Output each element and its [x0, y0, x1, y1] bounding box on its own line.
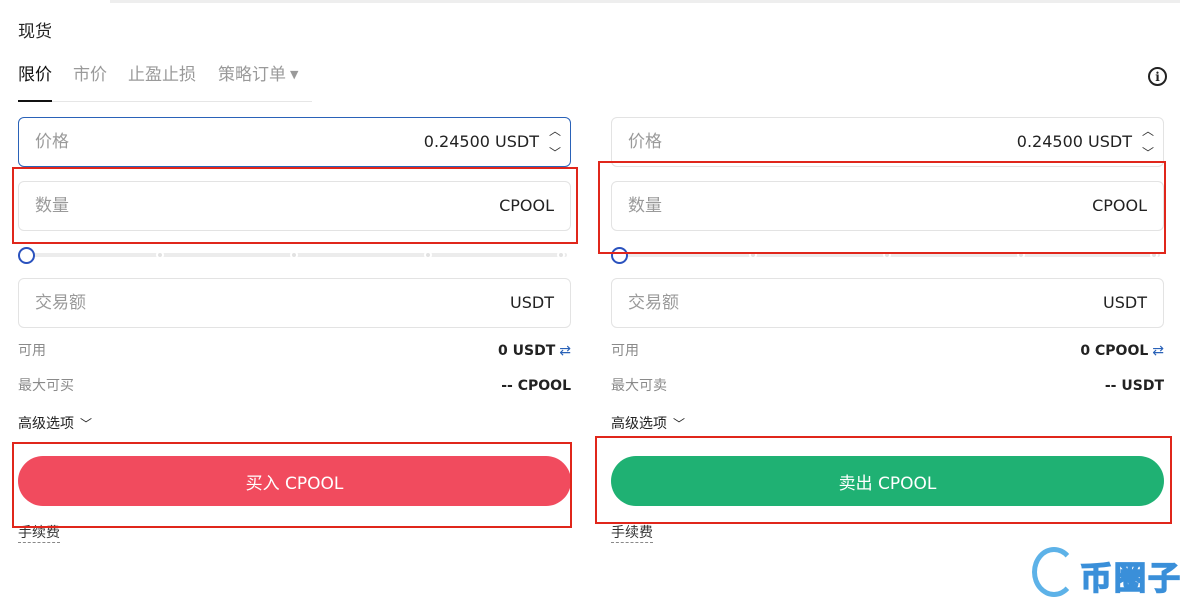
watermark-c-icon	[1032, 547, 1076, 597]
amount-label: 数量	[35, 196, 69, 216]
total-label: 交易额	[628, 293, 679, 313]
price-stepper: ︿ ﹀	[1139, 121, 1157, 163]
amount-unit: CPOOL	[1092, 196, 1147, 215]
slider-tick-25[interactable]	[749, 251, 757, 259]
max-buy-row: 最大可买 -- CPOOL	[18, 376, 571, 396]
slider-tick-100[interactable]	[1150, 251, 1158, 259]
watermark-logo: 币圈子	[1030, 545, 1180, 601]
sell-amount-slider[interactable]	[611, 246, 1164, 264]
available-value: 0 CPOOL ⇄	[1080, 341, 1164, 361]
amount-label: 数量	[628, 196, 662, 216]
total-unit: USDT	[1103, 293, 1147, 312]
max-sell-label: 最大可卖	[611, 378, 667, 394]
price-label: 价格	[35, 132, 69, 152]
slider-tick-75[interactable]	[424, 251, 432, 259]
sell-price-input[interactable]: 价格 0.24500 USDT ︿ ﹀	[611, 117, 1164, 167]
watermark-text: 币圈子	[1079, 558, 1180, 598]
sell-amount-input[interactable]: 数量 CPOOL	[611, 181, 1164, 231]
buy-amount-slider[interactable]	[18, 246, 571, 264]
advanced-options-label: 高级选项	[18, 416, 74, 432]
slider-tick-50[interactable]	[883, 251, 891, 259]
buy-total-input[interactable]: 交易额 USDT	[18, 278, 571, 328]
buy-amount-input[interactable]: 数量 CPOOL	[18, 181, 571, 231]
chevron-down-icon[interactable]: ﹀	[1139, 143, 1157, 163]
price-value: 0.24500 USDT	[423, 132, 539, 151]
max-sell-value: -- USDT	[1104, 378, 1164, 394]
chevron-down-icon[interactable]: ﹀	[546, 143, 564, 163]
sell-button[interactable]: 卖出 CPOOL	[611, 456, 1164, 506]
max-sell-row: 最大可卖 -- USDT	[611, 376, 1164, 396]
fee-link[interactable]: 手续费	[18, 524, 60, 543]
sell-total-input[interactable]: 交易额 USDT	[611, 278, 1164, 328]
amount-unit: CPOOL	[499, 196, 554, 215]
buy-panel: 价格 0.24500 USDT ︿ ﹀ 数量 CPOOL 交易额 USDT 可用…	[18, 0, 571, 601]
available-label: 可用	[18, 343, 46, 359]
available-value: 0 USDT ⇄	[498, 341, 571, 361]
chevron-up-icon[interactable]: ︿	[546, 121, 564, 141]
buy-button[interactable]: 买入 CPOOL	[18, 456, 571, 506]
price-label: 价格	[628, 132, 662, 152]
max-buy-value: -- CPOOL	[501, 378, 571, 394]
max-buy-label: 最大可买	[18, 378, 74, 394]
price-value: 0.24500 USDT	[1016, 132, 1132, 151]
total-label: 交易额	[35, 293, 86, 313]
total-unit: USDT	[510, 293, 554, 312]
slider-handle[interactable]	[611, 247, 628, 264]
chevron-down-icon: ﹀	[80, 417, 93, 431]
slider-handle[interactable]	[18, 247, 35, 264]
advanced-options-toggle[interactable]: 高级选项 ﹀	[18, 414, 92, 434]
transfer-icon[interactable]: ⇄	[1152, 343, 1164, 359]
slider-tick-25[interactable]	[156, 251, 164, 259]
price-stepper: ︿ ﹀	[546, 121, 564, 163]
available-row: 可用 0 CPOOL ⇄	[611, 341, 1164, 361]
chevron-down-icon: ﹀	[673, 417, 686, 431]
available-row: 可用 0 USDT ⇄	[18, 341, 571, 361]
fee-link[interactable]: 手续费	[611, 524, 653, 543]
advanced-options-toggle[interactable]: 高级选项 ﹀	[611, 414, 685, 434]
buy-price-input[interactable]: 价格 0.24500 USDT ︿ ﹀	[18, 117, 571, 167]
chevron-up-icon[interactable]: ︿	[1139, 121, 1157, 141]
transfer-icon[interactable]: ⇄	[559, 343, 571, 359]
available-amount: 0 CPOOL	[1080, 343, 1149, 359]
slider-tick-75[interactable]	[1017, 251, 1025, 259]
available-amount: 0 USDT	[498, 343, 556, 359]
advanced-options-label: 高级选项	[611, 416, 667, 432]
slider-tick-50[interactable]	[290, 251, 298, 259]
available-label: 可用	[611, 343, 639, 359]
slider-tick-100[interactable]	[557, 251, 565, 259]
sell-panel: 价格 0.24500 USDT ︿ ﹀ 数量 CPOOL 交易额 USDT 可用…	[611, 0, 1164, 601]
